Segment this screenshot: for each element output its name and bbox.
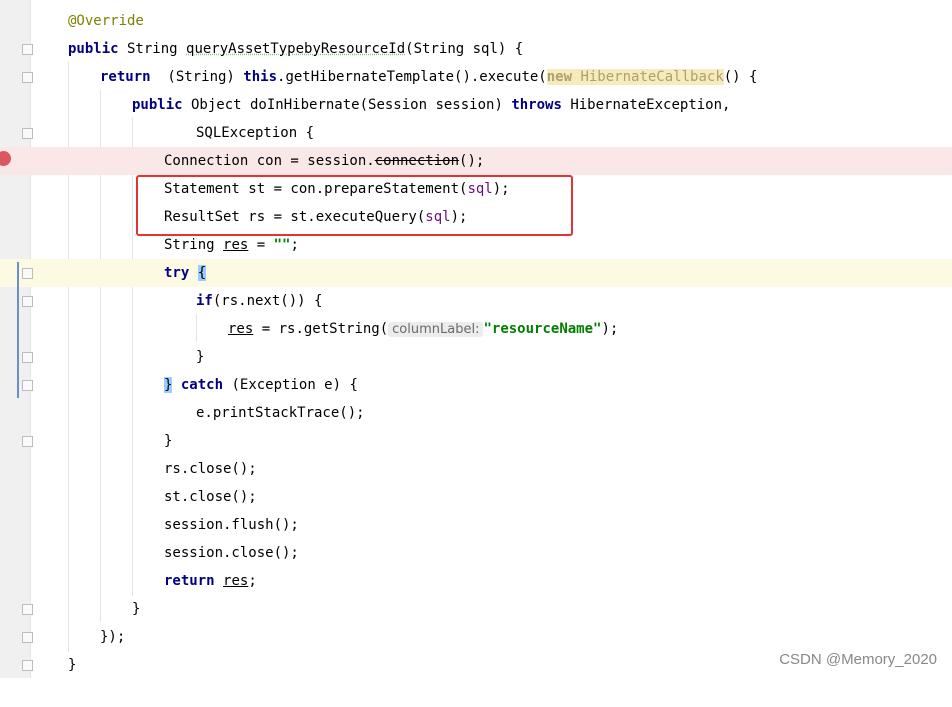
- rs-close: rs.close();: [164, 461, 257, 477]
- semicolon: ;: [248, 573, 257, 589]
- parameter-hint: columnLabel:: [388, 322, 484, 337]
- keyword-throws: throws: [511, 97, 562, 113]
- catch-close-brace: }: [164, 433, 173, 449]
- code-line-10-current[interactable]: try {: [0, 259, 952, 287]
- call-text: .getHibernateTemplate().execute(: [277, 69, 547, 85]
- empty-string: "": [273, 237, 291, 253]
- keyword-new: new: [546, 69, 581, 85]
- class-method-close: }: [68, 657, 77, 673]
- return-statement: return (String) this.getHibernateTemplat…: [100, 63, 757, 91]
- keyword-this: this: [243, 69, 278, 85]
- resource-name-string: "resourceName": [483, 321, 602, 337]
- connection-end: ();: [459, 153, 485, 169]
- res-variable: res: [223, 573, 249, 589]
- method-signature: public String queryAssetTypebyResourceId…: [68, 35, 523, 63]
- keyword-if: if: [196, 293, 213, 309]
- keyword-return: return: [164, 573, 215, 589]
- connection-text: Connection con = session.: [164, 153, 375, 169]
- code-line-14[interactable]: } catch (Exception e) {: [0, 371, 952, 399]
- semicolon: ;: [290, 237, 299, 253]
- code-line-1[interactable]: @Override: [0, 7, 952, 35]
- code-line-13[interactable]: }: [0, 343, 952, 371]
- res-variable: res: [223, 237, 249, 253]
- code-line-11[interactable]: if(rs.next()) {: [0, 287, 952, 315]
- code-line-2[interactable]: public String queryAssetTypebyResourceId…: [0, 35, 952, 63]
- keyword-public: public: [68, 41, 119, 57]
- code-line-16[interactable]: }: [0, 427, 952, 455]
- fold-icon[interactable]: [22, 660, 33, 671]
- session-flush: session.flush();: [164, 517, 299, 533]
- if-condition: (rs.next()) {: [212, 293, 323, 309]
- keyword-public: public: [132, 97, 183, 113]
- code-editor[interactable]: { "code": { "l1": "@Override", "l2_a": "…: [0, 0, 952, 678]
- fold-icon[interactable]: [22, 352, 33, 363]
- deprecated-connection: connection: [374, 153, 460, 169]
- fold-icon[interactable]: [22, 296, 33, 307]
- code-line-18[interactable]: st.close();: [0, 483, 952, 511]
- watermark: CSDN @Memory_2020: [779, 651, 937, 668]
- catch-params: (Exception e) {: [223, 377, 358, 393]
- keyword-catch: catch: [180, 377, 224, 393]
- signature-text: Object doInHibernate(Session session): [182, 97, 512, 113]
- do-in-hibernate-signature: public Object doInHibernate(Session sess…: [132, 91, 730, 119]
- session-close: session.close();: [164, 545, 299, 561]
- fold-icon[interactable]: [22, 128, 33, 139]
- code-line-4[interactable]: public Object doInHibernate(Session sess…: [0, 91, 952, 119]
- call-end: );: [601, 321, 619, 337]
- fold-icon[interactable]: [22, 72, 33, 83]
- code-line-3[interactable]: return (String) this.getHibernateTemplat…: [0, 63, 952, 91]
- return-res: return res;: [164, 567, 257, 595]
- code-line-23[interactable]: });: [0, 623, 952, 651]
- return-type: String: [118, 41, 187, 57]
- print-stack-trace: e.printStackTrace();: [196, 405, 365, 421]
- matched-brace: {: [197, 265, 207, 281]
- cast-text: (String): [150, 69, 244, 85]
- fold-icon[interactable]: [22, 632, 33, 643]
- method-params: (String sql) {: [405, 41, 524, 57]
- fold-icon[interactable]: [22, 44, 33, 55]
- if-statement: if(rs.next()) {: [196, 287, 322, 315]
- catch-block-start: } catch (Exception e) {: [164, 371, 358, 399]
- vcs-change-marker[interactable]: [17, 262, 19, 398]
- callback-brace: () {: [723, 69, 758, 85]
- keyword-return: return: [100, 69, 151, 85]
- code-line-19[interactable]: session.flush();: [0, 511, 952, 539]
- code-line-17[interactable]: rs.close();: [0, 455, 952, 483]
- code-line-12[interactable]: res = rs.getString(columnLabel: "resource…: [0, 315, 952, 343]
- try-block-start: try {: [164, 259, 207, 287]
- connection-statement: Connection con = session.connection();: [164, 147, 484, 175]
- sqlexception-text: SQLException {: [196, 125, 315, 141]
- res-variable: res: [228, 321, 254, 337]
- keyword-try: try: [164, 265, 190, 281]
- fold-icon[interactable]: [22, 380, 33, 391]
- fold-icon[interactable]: [22, 268, 33, 279]
- get-string-line: res = rs.getString(columnLabel: "resource…: [228, 315, 618, 344]
- st-close: st.close();: [164, 489, 257, 505]
- execute-close: });: [100, 629, 126, 645]
- method-name: queryAssetTypebyResourceId: [186, 41, 406, 57]
- exceptions-text: HibernateException,: [561, 97, 731, 113]
- method-close-brace: }: [132, 601, 141, 617]
- if-close-brace: }: [196, 349, 205, 365]
- code-line-6-breakpoint[interactable]: Connection con = session.connection();: [0, 147, 952, 175]
- code-line-21[interactable]: return res;: [0, 567, 952, 595]
- string-type: String: [164, 237, 224, 253]
- code-line-5[interactable]: SQLException {: [0, 119, 952, 147]
- hibernate-callback: HibernateCallback: [580, 69, 724, 85]
- assign: =: [248, 237, 274, 253]
- code-line-15[interactable]: e.printStackTrace();: [0, 399, 952, 427]
- highlight-box: [136, 175, 573, 236]
- get-string-call: = rs.getString(: [253, 321, 389, 337]
- annotation-override: @Override: [68, 13, 144, 29]
- code-line-20[interactable]: session.close();: [0, 539, 952, 567]
- fold-icon[interactable]: [22, 436, 33, 447]
- code-line-22[interactable]: }: [0, 595, 952, 623]
- fold-icon[interactable]: [22, 604, 33, 615]
